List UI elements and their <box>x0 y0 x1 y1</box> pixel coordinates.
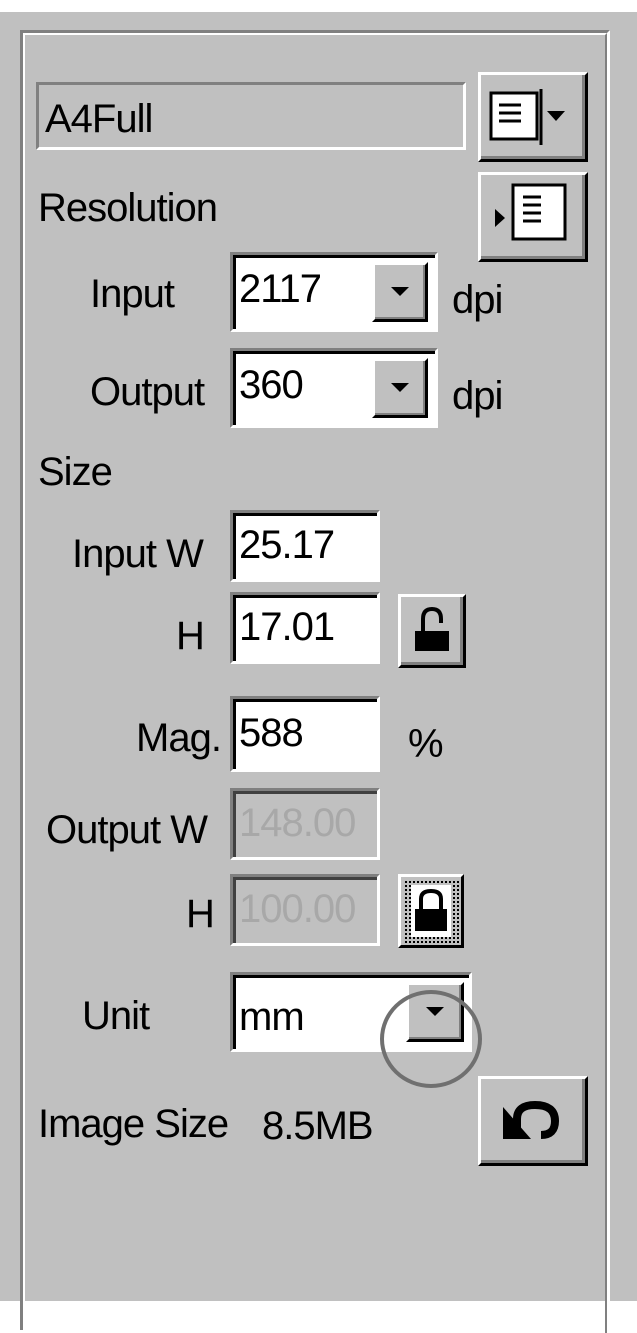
unit-value: mm <box>239 995 305 1039</box>
input-size-lock-button[interactable] <box>398 594 466 668</box>
output-width-value: 148.00 <box>239 801 356 845</box>
input-width-value: 25.17 <box>239 523 335 567</box>
resolution-menu-button[interactable] <box>478 172 588 262</box>
input-resolution-value: 2117 <box>239 267 322 311</box>
input-resolution-unit: dpi <box>452 278 503 322</box>
scan-settings-panel: A4Full Resolution Input 2117 dpi Output <box>0 0 637 1333</box>
magnification-label: Mag. <box>136 716 222 760</box>
output-size-lock-button[interactable] <box>398 874 464 948</box>
list-flyout-icon <box>495 183 567 241</box>
chevron-down-icon <box>391 287 409 296</box>
output-resolution-dropdown-button[interactable] <box>372 358 428 418</box>
magnification-unit: % <box>408 722 444 766</box>
output-height-field: 100.00 <box>230 874 380 946</box>
output-resolution-value: 360 <box>239 363 304 407</box>
output-height-label: H <box>186 892 215 936</box>
locked-padlock-icon <box>403 879 459 943</box>
resolution-heading: Resolution <box>38 186 218 230</box>
image-size-value: 8.5MB <box>262 1104 374 1148</box>
size-heading: Size <box>38 450 113 494</box>
magnification-field[interactable]: 588 <box>230 696 380 772</box>
undo-arrow-icon <box>503 1100 560 1139</box>
chevron-down-icon <box>391 383 409 392</box>
list-dropdown-icon <box>489 89 565 145</box>
output-height-value: 100.00 <box>239 887 356 931</box>
preset-name-text: A4Full <box>45 97 153 141</box>
output-resolution-unit: dpi <box>452 374 503 418</box>
input-width-label: Input W <box>72 532 204 576</box>
input-width-field[interactable]: 25.17 <box>230 510 380 582</box>
input-height-field[interactable]: 17.01 <box>230 592 380 664</box>
output-width-label: Output W <box>46 808 208 852</box>
output-resolution-label: Output <box>90 370 205 414</box>
input-resolution-label: Input <box>90 272 175 316</box>
input-height-value: 17.01 <box>239 605 335 649</box>
magnification-value: 588 <box>239 711 304 755</box>
image-size-label: Image Size <box>38 1102 229 1146</box>
unlocked-padlock-icon <box>415 606 449 651</box>
reset-button[interactable] <box>478 1076 588 1166</box>
preset-name-field[interactable]: A4Full <box>36 82 466 150</box>
output-width-field: 148.00 <box>230 788 380 860</box>
preset-menu-button[interactable] <box>478 72 588 162</box>
unit-label: Unit <box>82 994 150 1038</box>
input-height-label: H <box>176 614 205 658</box>
input-resolution-dropdown-button[interactable] <box>372 262 428 322</box>
highlight-circle <box>380 990 482 1088</box>
